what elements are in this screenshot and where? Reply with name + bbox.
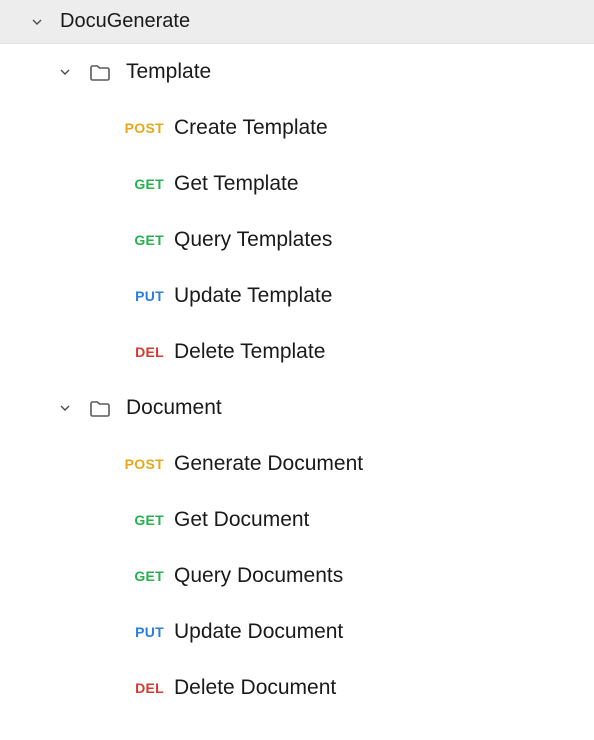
request-row[interactable]: DEL Delete Template xyxy=(0,324,594,380)
collection-title: DocuGenerate xyxy=(60,10,190,33)
sidebar-tree: Template POST Create Template GET Get Templa… xyxy=(0,44,594,716)
request-row[interactable]: DEL Delete Document xyxy=(0,660,594,716)
request-row[interactable]: GET Query Documents xyxy=(0,548,594,604)
request-name: Update Template xyxy=(174,284,332,308)
http-method-badge: GET xyxy=(116,176,164,192)
request-row[interactable]: GET Get Document xyxy=(0,492,594,548)
request-row[interactable]: PUT Update Document xyxy=(0,604,594,660)
http-method-badge: PUT xyxy=(116,288,164,304)
chevron-down-icon xyxy=(56,399,74,417)
request-name: Delete Document xyxy=(174,676,336,700)
folder-name: Template xyxy=(126,60,211,84)
request-name: Get Document xyxy=(174,508,309,532)
http-method-badge: POST xyxy=(116,120,164,136)
folder-icon xyxy=(88,396,112,420)
chevron-down-icon xyxy=(28,13,46,31)
http-method-badge: GET xyxy=(116,568,164,584)
request-row[interactable]: POST Create Template xyxy=(0,100,594,156)
request-name: Generate Document xyxy=(174,452,363,476)
request-name: Create Template xyxy=(174,116,328,140)
chevron-down-icon xyxy=(56,63,74,81)
http-method-badge: DEL xyxy=(116,680,164,696)
http-method-badge: DEL xyxy=(116,344,164,360)
request-row[interactable]: PUT Update Template xyxy=(0,268,594,324)
folder-row[interactable]: Document xyxy=(0,380,594,436)
folder-icon xyxy=(88,60,112,84)
folder-row[interactable]: Template xyxy=(0,44,594,100)
request-row[interactable]: GET Get Template xyxy=(0,156,594,212)
http-method-badge: GET xyxy=(116,232,164,248)
http-method-badge: GET xyxy=(116,512,164,528)
http-method-badge: PUT xyxy=(116,624,164,640)
request-name: Query Documents xyxy=(174,564,343,588)
request-name: Update Document xyxy=(174,620,343,644)
request-name: Get Template xyxy=(174,172,299,196)
request-row[interactable]: POST Generate Document xyxy=(0,436,594,492)
collection-header[interactable]: DocuGenerate xyxy=(0,0,594,44)
request-row[interactable]: GET Query Templates xyxy=(0,212,594,268)
folder-name: Document xyxy=(126,396,222,420)
request-name: Delete Template xyxy=(174,340,325,364)
http-method-badge: POST xyxy=(116,456,164,472)
request-name: Query Templates xyxy=(174,228,332,252)
